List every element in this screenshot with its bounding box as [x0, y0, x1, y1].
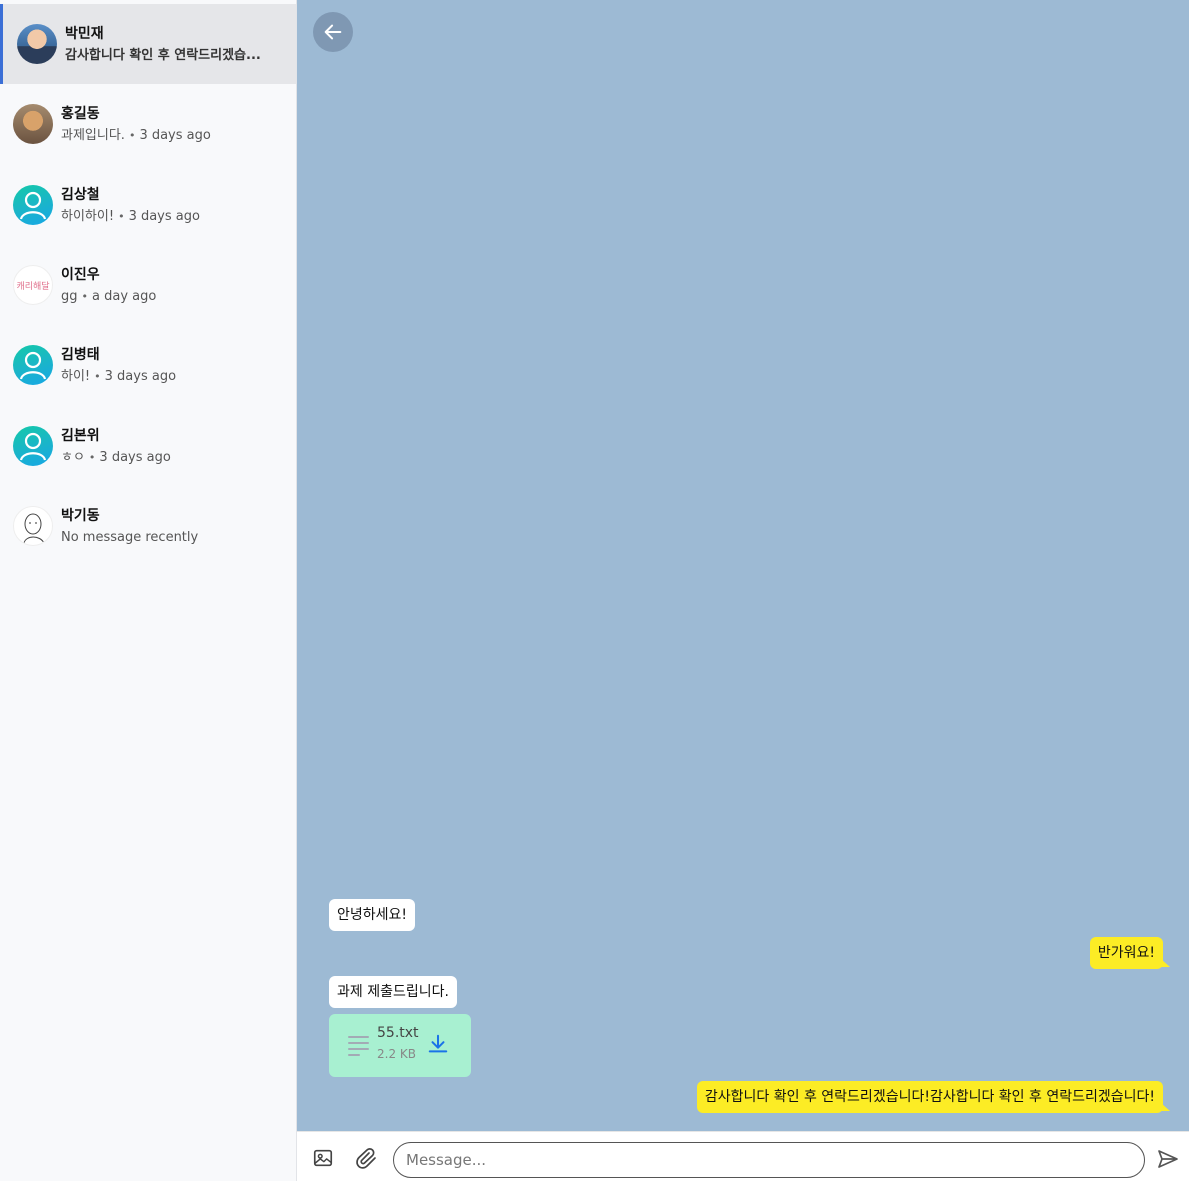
conversation-name: 김상철	[61, 187, 100, 203]
conversation-preview: 하이하이!	[61, 209, 115, 224]
conversation-preview: gg	[61, 289, 78, 304]
file-name: 55.txt	[377, 1025, 419, 1041]
download-icon[interactable]	[427, 1033, 449, 1055]
conversation-time: 3 days ago	[104, 369, 177, 384]
conversation-item-1[interactable]: 홍길동 과제입니다. • 3 days ago	[0, 84, 296, 164]
conversation-time: 3 days ago	[139, 128, 211, 143]
separator-dot: •	[81, 290, 89, 303]
file-size: 2.2 KB	[377, 1047, 416, 1061]
conversation-preview: No message recently	[61, 530, 199, 545]
message-text: 반가워요!	[1097, 945, 1155, 961]
conversation-time: 3 days ago	[99, 450, 171, 465]
message-composer	[297, 1131, 1189, 1181]
conversation-item-3[interactable]: 캐리해달 이진우 gg • a day ago	[0, 245, 296, 325]
message-bubble-outgoing: 감사합니다 확인 후 연락드리겠습니다!감사합니다 확인 후 연락드리겠습니다!	[696, 1081, 1170, 1113]
avatar: 캐리해달	[13, 265, 53, 305]
conversation-preview: 과제입니다.	[61, 128, 125, 143]
message-bubble-incoming: 과제 제출드립니다.	[329, 976, 457, 1008]
avatar	[13, 506, 53, 546]
avatar	[17, 24, 57, 64]
conversation-name: 박기동	[61, 508, 100, 524]
conversation-name: 박민재	[65, 26, 104, 42]
file-attachment[interactable]: 55.txt 2.2 KB	[329, 1014, 471, 1077]
conversation-preview: ㅎㅇ	[61, 450, 85, 465]
separator-dot: •	[88, 451, 96, 464]
conversation-name: 김병태	[61, 347, 100, 363]
chat-panel: 안녕하세요! 반가워요! 과제 제출드립니다. 55.txt 2.2 KB 감사…	[297, 0, 1189, 1131]
conversation-item-6[interactable]: 박기동 No message recently	[0, 486, 296, 566]
send-icon[interactable]	[1156, 1147, 1182, 1173]
conversation-sidebar: 박민재 감사합니다 확인 후 연락드리겠습... 홍길동 과제입니다. • 3 da…	[0, 0, 297, 1181]
conversation-item-0[interactable]: 박민재 감사합니다 확인 후 연락드리겠습...	[0, 4, 296, 84]
conversation-preview: 감사합니다 확인 후 연락드리겠습...	[65, 48, 261, 63]
paperclip-icon[interactable]	[355, 1147, 381, 1173]
conversation-name: 홍길동	[61, 106, 100, 122]
conversation-item-4[interactable]: 김병태 하이! • 3 days ago	[0, 325, 296, 405]
avatar-logo-text: 캐리해달	[16, 281, 50, 292]
default-user-icon	[13, 345, 53, 385]
message-bubble-outgoing: 반가워요!	[1089, 937, 1170, 969]
message-input[interactable]	[393, 1142, 1145, 1178]
conversation-item-2[interactable]: 김상철 하이하이! • 3 days ago	[0, 165, 296, 245]
back-button[interactable]	[313, 12, 353, 52]
conversation-name: 김본위	[61, 428, 100, 444]
arrow-left-icon	[324, 24, 342, 40]
default-user-icon	[13, 185, 53, 225]
message-bubble-incoming: 안녕하세요!	[329, 899, 416, 931]
conversation-name: 이진우	[61, 267, 100, 283]
avatar	[13, 104, 53, 144]
conversation-time: 3 days ago	[128, 209, 200, 224]
conversation-item-5[interactable]: 김본위 ㅎㅇ • 3 days ago	[0, 406, 296, 486]
separator-dot: •	[118, 210, 125, 223]
conversation-preview: 하이!	[61, 369, 91, 384]
message-text: 감사합니다 확인 후 연락드리겠습니다!감사합니다 확인 후 연락드리겠습니다!	[704, 1089, 1155, 1105]
image-icon[interactable]	[312, 1147, 338, 1173]
separator-dot: •	[94, 370, 101, 383]
separator-dot: •	[128, 129, 136, 142]
conversation-time: a day ago	[92, 289, 157, 304]
file-lines-icon	[348, 1036, 369, 1060]
default-user-icon	[13, 426, 53, 466]
